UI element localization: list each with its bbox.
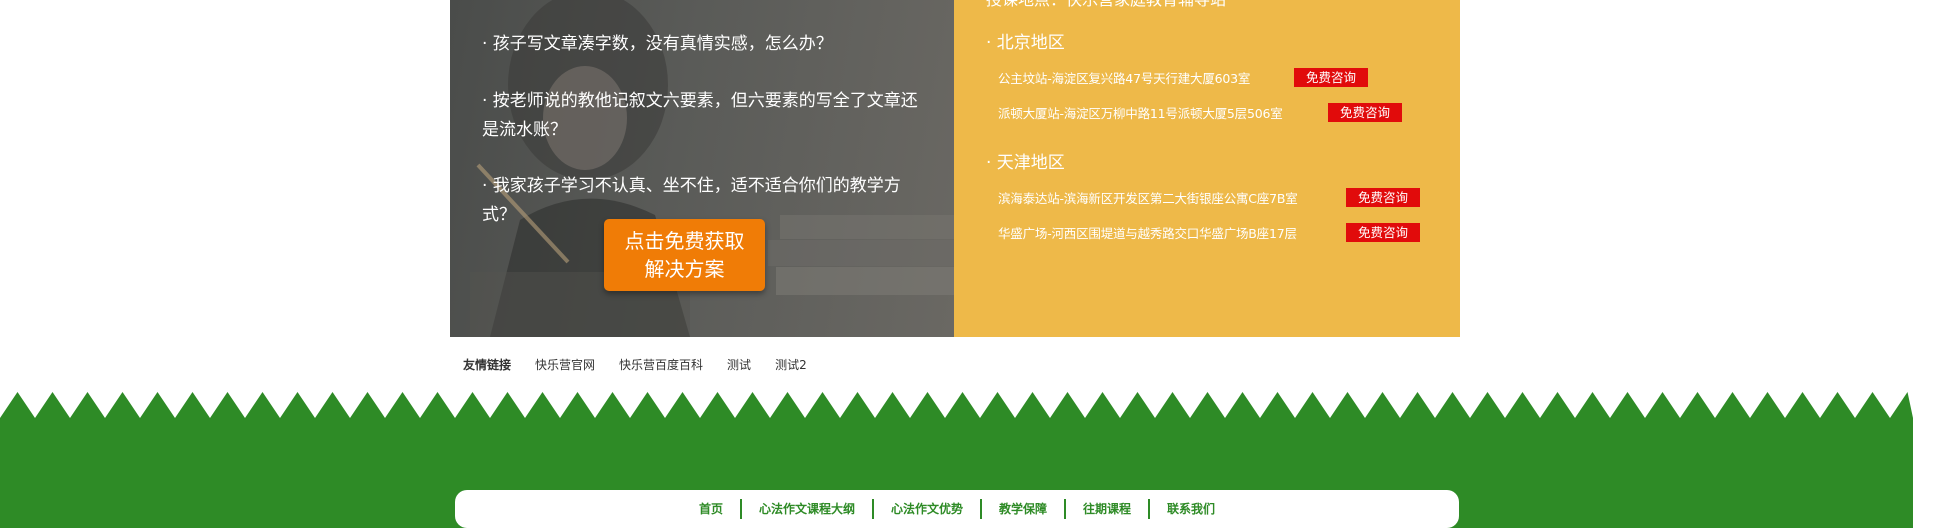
nav-advantages[interactable]: 心法作文优势 xyxy=(874,500,980,518)
branch-row: 滨海泰达站-滨海新区开发区第二大街银座公寓C座7B室 免费咨询 xyxy=(998,186,1421,208)
friend-link[interactable]: 测试 xyxy=(727,356,751,373)
nav-past-courses[interactable]: 往期课程 xyxy=(1066,500,1148,518)
nav-home[interactable]: 首页 xyxy=(682,500,740,518)
question-1: · 孩子写文章凑字数，没有真情实感，怎么办？ xyxy=(482,34,833,54)
region-title-tianjin: · 天津地区 xyxy=(986,153,1065,173)
locations-panel: 授课地点：快乐营家庭教育辅导站 · 北京地区 公主坟站-海淀区复兴路47号天行建… xyxy=(954,0,1460,337)
friend-links: 友情链接 快乐营官网 快乐营百度百科 测试 测试2 xyxy=(463,356,831,373)
friend-link[interactable]: 快乐营百度百科 xyxy=(619,356,703,373)
free-consult-button[interactable]: 免费咨询 xyxy=(1346,222,1421,242)
free-consult-button[interactable]: 免费咨询 xyxy=(1294,67,1369,87)
problem-panel: · 孩子写文章凑字数，没有真情实感，怎么办？ · 按老师说的教他记叙文六要素，但… xyxy=(450,0,954,337)
question-2: · 按老师说的教他记叙文六要素，但六要素的写全了文章还是流水账？ xyxy=(482,91,918,140)
friend-links-title: 友情链接 xyxy=(463,358,512,372)
region-title-beijing: · 北京地区 xyxy=(986,33,1065,53)
nav-course-outline[interactable]: 心法作文课程大纲 xyxy=(742,500,872,518)
branch-address: 派顿大厦站-海淀区万柳中路11号派顿大厦5层506室 xyxy=(998,105,1283,121)
locations-heading: 授课地点：快乐营家庭教育辅导站 xyxy=(986,0,1226,11)
branch-address: 滨海泰达站-滨海新区开发区第二大街银座公寓C座7B室 xyxy=(998,190,1298,206)
branch-row: 公主坟站-海淀区复兴路47号天行建大厦603室 免费咨询 xyxy=(998,66,1369,88)
branch-address: 华盛广场-河西区围堤道与越秀路交口华盛广场B座17层 xyxy=(998,225,1297,241)
nav-contact-us[interactable]: 联系我们 xyxy=(1150,500,1232,518)
footer-nav: 首页 心法作文课程大纲 心法作文优势 教学保障 往期课程 联系我们 xyxy=(455,490,1459,528)
free-consult-button[interactable]: 免费咨询 xyxy=(1328,102,1403,122)
cta-line-2: 解决方案 xyxy=(644,257,725,281)
branch-address: 公主坟站-海淀区复兴路47号天行建大厦603室 xyxy=(998,70,1251,86)
friend-link[interactable]: 快乐营官网 xyxy=(535,356,595,373)
free-consult-button[interactable]: 免费咨询 xyxy=(1346,187,1421,207)
cta-line-1: 点击免费获取 xyxy=(624,229,745,253)
get-free-solution-button[interactable]: 点击免费获取 解决方案 xyxy=(604,219,765,291)
branch-row: 华盛广场-河西区围堤道与越秀路交口华盛广场B座17层 免费咨询 xyxy=(998,221,1421,243)
nav-teaching-guarantee[interactable]: 教学保障 xyxy=(982,500,1064,518)
branch-row: 派顿大厦站-海淀区万柳中路11号派顿大厦5层506室 免费咨询 xyxy=(998,101,1403,123)
friend-link[interactable]: 测试2 xyxy=(775,356,807,373)
